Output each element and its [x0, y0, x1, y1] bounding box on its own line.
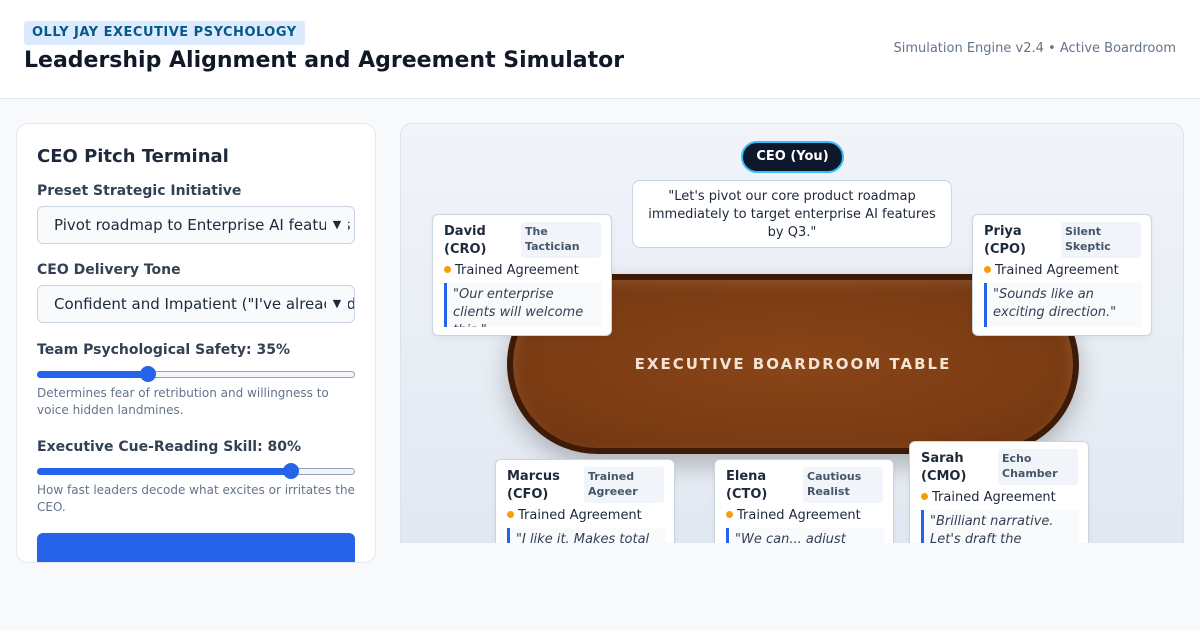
- executive-name: Marcus (CFO): [507, 469, 560, 502]
- executive-quote: "Our enterprise clients will welcome thi…: [444, 283, 602, 327]
- status-dot-icon: [726, 511, 733, 518]
- executive-name: Elena (CTO): [726, 469, 768, 502]
- safety-help: Determines fear of retribution and willi…: [37, 386, 329, 417]
- archetype-badge: Cautious Realist: [803, 467, 883, 503]
- slider-thumb[interactable]: [283, 463, 300, 479]
- safety-label: Team Psychological Safety: 35%: [37, 342, 291, 358]
- engine-status: Simulation Engine v2.4 • Active Boardroo…: [893, 41, 1176, 56]
- run-simulation-button[interactable]: [37, 533, 355, 562]
- status-text: Trained Agreement: [455, 263, 579, 278]
- executive-name: Priya (CPO): [984, 224, 1027, 257]
- cue-label: Executive Cue-Reading Skill: 80%: [37, 439, 302, 455]
- panel-title: CEO Pitch Terminal: [37, 146, 229, 167]
- archetype-badge: Silent Skeptic: [1061, 222, 1141, 258]
- agreement-status: Trained Agreement: [984, 262, 1119, 280]
- safety-slider[interactable]: [37, 366, 355, 382]
- status-dot-icon: [444, 266, 451, 273]
- executive-card-marcus[interactable]: Marcus (CFO) Trained Agreeer Trained Agr…: [495, 459, 675, 543]
- slider-thumb[interactable]: [140, 366, 157, 382]
- status-dot-icon: [984, 266, 991, 273]
- executive-quote: "Sounds like an exciting direction.": [984, 283, 1142, 327]
- executive-name: David (CRO): [444, 224, 487, 257]
- tone-value: Confident and Impatient ("I've already d…: [54, 295, 354, 313]
- initiative-label: Preset Strategic Initiative: [37, 183, 242, 199]
- slider-fill: [37, 371, 149, 378]
- page-title: Leadership Alignment and Agreement Simul…: [24, 48, 625, 73]
- executive-card-sarah[interactable]: Sarah (CMO) Echo Chamber Trained Agreeme…: [909, 441, 1089, 543]
- status-text: Trained Agreement: [995, 263, 1119, 278]
- executive-card-priya[interactable]: Priya (CPO) Silent Skeptic Trained Agree…: [972, 214, 1152, 336]
- executive-quote: "Brilliant narrative. Let's draft the an…: [921, 510, 1079, 543]
- status-text: Trained Agreement: [737, 508, 861, 523]
- boardroom-stage: EXECUTIVE BOARDROOM TABLE CEO (You) "Let…: [400, 123, 1184, 543]
- cue-help: How fast leaders decode what excites or …: [37, 483, 355, 514]
- initiative-select[interactable]: Pivot roadmap to Enterprise AI features …: [37, 206, 355, 244]
- status-text: Trained Agreement: [518, 508, 642, 523]
- ceo-speech-bubble: "Let's pivot our core product roadmap im…: [632, 180, 952, 248]
- chevron-down-icon: ▼: [326, 207, 348, 243]
- executive-card-david[interactable]: David (CRO) The Tactician Trained Agreem…: [432, 214, 612, 336]
- status-text: Trained Agreement: [932, 490, 1056, 505]
- archetype-badge: Trained Agreeer: [584, 467, 664, 503]
- agreement-status: Trained Agreement: [507, 507, 642, 525]
- archetype-badge: The Tactician: [521, 222, 601, 258]
- app-header: OLLY JAY EXECUTIVE PSYCHOLOGY Leadership…: [0, 0, 1200, 99]
- slider-fill: [37, 468, 292, 475]
- agreement-status: Trained Agreement: [726, 507, 861, 525]
- ceo-badge: CEO (You): [741, 141, 844, 173]
- status-dot-icon: [921, 493, 928, 500]
- chevron-down-icon: ▼: [326, 286, 348, 322]
- executive-name: Sarah (CMO): [921, 451, 967, 484]
- executive-card-elena[interactable]: Elena (CTO) Cautious Realist Trained Agr…: [714, 459, 894, 543]
- ceo-pitch-terminal: CEO Pitch Terminal Preset Strategic Init…: [16, 123, 376, 563]
- executive-quote: "We can... adjust sprint priorities.": [726, 528, 884, 543]
- agreement-status: Trained Agreement: [444, 262, 579, 280]
- agreement-status: Trained Agreement: [921, 489, 1056, 507]
- brand-badge: OLLY JAY EXECUTIVE PSYCHOLOGY: [24, 21, 305, 45]
- tone-label: CEO Delivery Tone: [37, 262, 181, 278]
- status-dot-icon: [507, 511, 514, 518]
- executive-quote: "I like it. Makes total sense.": [507, 528, 665, 543]
- cue-slider[interactable]: [37, 463, 355, 479]
- initiative-value: Pivot roadmap to Enterprise AI features: [54, 216, 351, 234]
- archetype-badge: Echo Chamber: [998, 449, 1078, 485]
- tone-select[interactable]: Confident and Impatient ("I've already d…: [37, 285, 355, 323]
